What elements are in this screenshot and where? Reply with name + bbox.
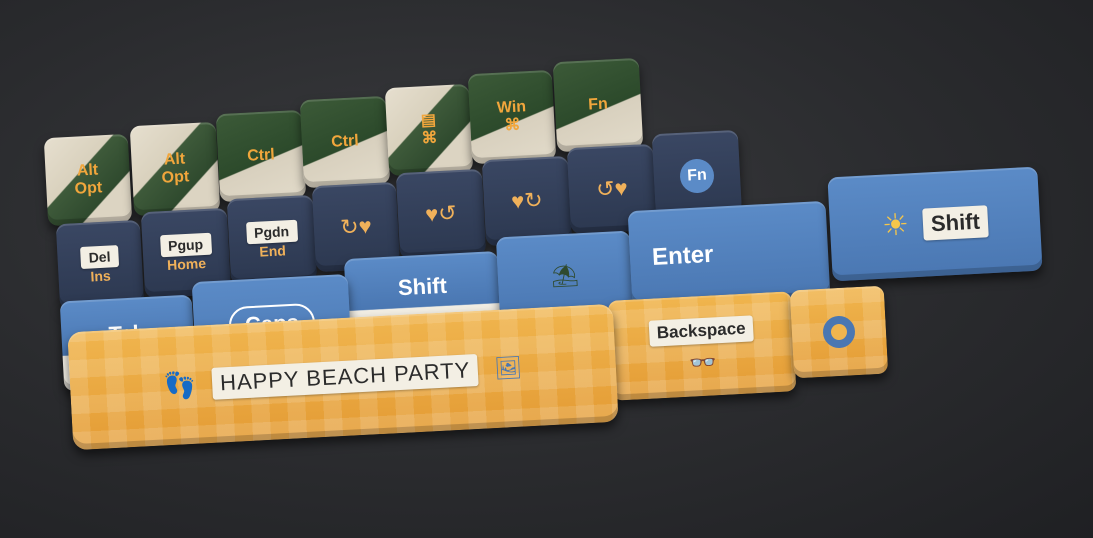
keycap-legend: Backspace bbox=[648, 315, 755, 347]
keycap-legend-top: Ctrl bbox=[330, 132, 360, 151]
heart-arrow-icon: ↺♥ bbox=[595, 175, 629, 202]
island-icon: ⛱ bbox=[550, 262, 580, 289]
keycap-legend-top: Del bbox=[80, 244, 120, 269]
keycap-legend-bottom: End bbox=[258, 242, 287, 260]
keycap-legend-top: Pgup bbox=[159, 232, 212, 258]
keycap-legend-bottom: Ins bbox=[90, 267, 112, 285]
lifebuoy-icon bbox=[822, 315, 856, 349]
heart-arrow-icon: ♥↺ bbox=[424, 200, 458, 227]
keycap-fn-leaf: Fn bbox=[552, 57, 644, 153]
keycap-menu: ▤ ⌘ bbox=[384, 83, 474, 177]
flip-flops-icon: 👣 bbox=[163, 369, 197, 402]
spacebar-legend: HAPPY BEACH PARTY bbox=[211, 354, 480, 400]
keycap-legend: Enter bbox=[651, 241, 715, 272]
keycap-legend-top: Pgdn bbox=[245, 219, 298, 245]
keycap-legend-top: Alt bbox=[163, 150, 186, 169]
keycap-legend-top: Ctrl bbox=[246, 146, 276, 165]
keycap-legend-top: Alt bbox=[76, 161, 99, 180]
command-icon: ⌘ bbox=[504, 116, 521, 135]
heart-arrow-icon: ♥↻ bbox=[510, 187, 544, 214]
keycap-backspace: Backspace 👓 bbox=[607, 291, 797, 401]
keycap-alt-opt-1: Alt Opt bbox=[43, 133, 133, 227]
keycap-legend: Shift bbox=[397, 273, 448, 301]
keycap-legend-bottom: Home bbox=[166, 254, 207, 273]
heart-arrow-icon: ↻♥ bbox=[339, 213, 373, 240]
keycap-legend: Shift bbox=[922, 205, 989, 241]
command-icon: ⌘ bbox=[421, 129, 438, 148]
menu-icon: ▤ bbox=[420, 111, 437, 130]
keycap-pgdn-end: Pgdn End bbox=[226, 194, 318, 286]
keycap-heart-arrow-2: ♥↺ bbox=[395, 168, 487, 260]
keycap-shift-sun: ☀ Shift bbox=[827, 166, 1043, 282]
keycap-legend-top: Win bbox=[496, 97, 527, 117]
keycap-ctrl-1: Ctrl bbox=[215, 109, 307, 203]
keycap-lifebuoy bbox=[789, 285, 889, 379]
keycap-legend-top: Fn bbox=[587, 95, 609, 114]
keycap-win: Win ⌘ bbox=[467, 69, 557, 165]
fn-badge: Fn bbox=[679, 158, 715, 194]
sun-icon: ☀ bbox=[881, 208, 910, 243]
keycap-ctrl-2: Ctrl bbox=[299, 95, 391, 189]
keycap-legend-bottom: Opt bbox=[161, 168, 190, 187]
keycap-del-ins: Del Ins bbox=[55, 219, 145, 311]
photo-frame-icon: 🖼 bbox=[493, 354, 523, 382]
keycap-heart-arrow-3: ♥↻ bbox=[481, 155, 573, 247]
sunglasses-icon: 👓 bbox=[688, 349, 718, 376]
keycap-legend-bottom: Opt bbox=[74, 179, 103, 198]
keycap-alt-opt-2: Alt Opt bbox=[129, 121, 221, 217]
